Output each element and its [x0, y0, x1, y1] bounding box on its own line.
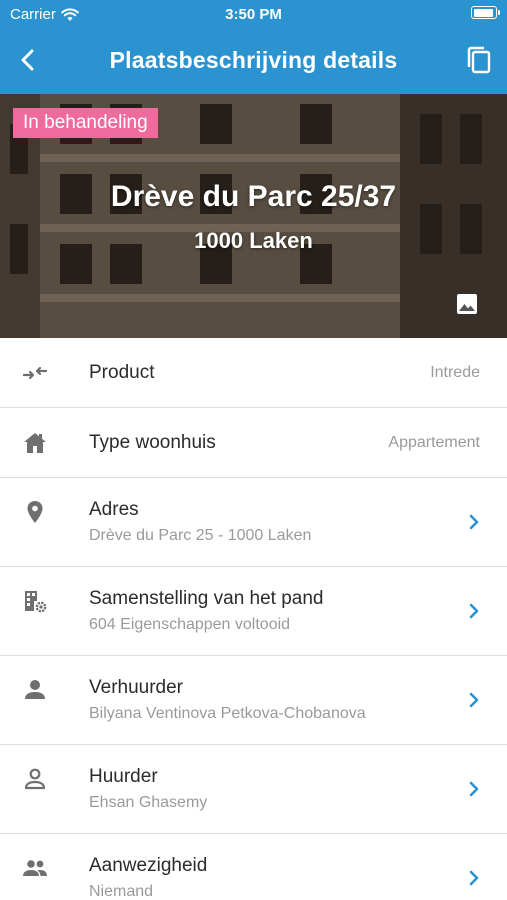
house-icon — [24, 433, 46, 453]
top-bar: Carrier 3:50 PM Plaatsbeschrijving detai… — [0, 0, 507, 94]
status-bar: Carrier 3:50 PM — [0, 0, 507, 28]
row-verhuurder[interactable]: Verhuurder Bilyana Ventinova Petkova-Cho… — [0, 656, 507, 745]
row-label: Adres — [89, 499, 139, 520]
row-subtitle: Bilyana Ventinova Petkova-Chobanova — [89, 705, 366, 722]
row-samenstelling[interactable]: Samenstelling van het pand 604 Eigenscha… — [0, 567, 507, 656]
row-type-woonhuis: Type woonhuis Appartement — [0, 408, 507, 478]
status-badge: In behandeling — [13, 108, 158, 138]
property-photo: In behandeling Drève du Parc 25/37 1000 … — [0, 94, 507, 338]
location-pin-icon — [27, 501, 43, 523]
chevron-right-icon — [469, 870, 479, 886]
details-list: Product Intrede Type woonhuis Appartemen… — [0, 338, 507, 900]
row-value: Appartement — [388, 434, 480, 451]
navigation-bar: Plaatsbeschrijving details — [0, 38, 507, 82]
row-label: Aanwezigheid — [89, 855, 208, 876]
row-adres[interactable]: Adres Drève du Parc 25 - 1000 Laken — [0, 478, 507, 567]
person-outline-icon — [24, 768, 46, 790]
property-address-title: Drève du Parc 25/37 — [110, 180, 397, 213]
row-label: Huurder — [89, 766, 158, 787]
row-subtitle: Niemand — [89, 883, 154, 900]
battery-icon — [471, 6, 500, 19]
swap-arrows-icon — [22, 366, 48, 380]
page-title: Plaatsbeschrijving details — [109, 47, 398, 73]
row-huurder[interactable]: Huurder Ehsan Ghasemy — [0, 745, 507, 834]
row-label: Type woonhuis — [89, 432, 216, 453]
chevron-right-icon — [469, 781, 479, 797]
person-icon — [25, 680, 45, 699]
row-label: Verhuurder — [89, 677, 184, 698]
row-value: Intrede — [430, 364, 480, 381]
chevron-right-icon — [469, 692, 479, 708]
people-icon — [23, 860, 47, 876]
clock: 3:50 PM — [225, 6, 282, 23]
row-aanwezigheid[interactable]: Aanwezigheid Niemand — [0, 834, 507, 900]
chevron-right-icon — [469, 603, 479, 619]
row-subtitle: Ehsan Ghasemy — [89, 794, 208, 811]
row-subtitle: 604 Eigenschappen voltooid — [89, 616, 291, 633]
building-settings-icon — [25, 591, 47, 613]
copy-icon[interactable] — [465, 45, 493, 75]
chevron-right-icon — [469, 514, 479, 530]
row-label: Samenstelling van het pand — [89, 588, 324, 609]
chevron-left-icon[interactable] — [14, 46, 42, 74]
row-subtitle: Drève du Parc 25 - 1000 Laken — [89, 527, 312, 544]
image-icon[interactable] — [455, 292, 479, 316]
row-product: Product Intrede — [0, 338, 507, 408]
property-city: 1000 Laken — [194, 228, 313, 253]
row-label: Product — [89, 362, 155, 383]
